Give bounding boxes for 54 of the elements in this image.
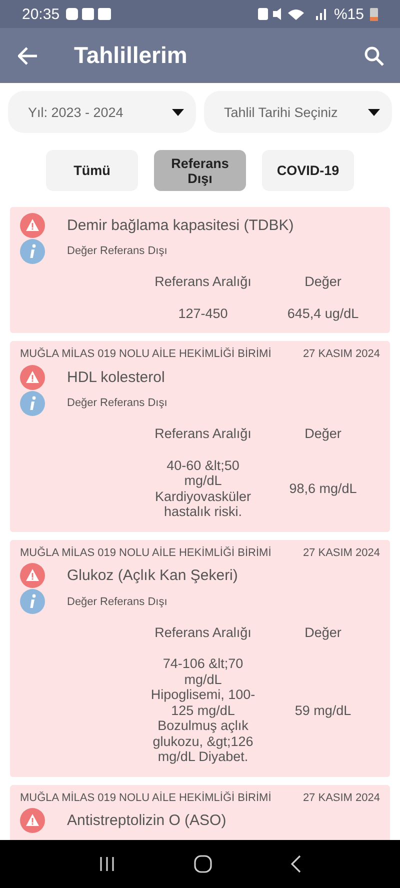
filter-tab[interactable]: COVID-19 [262, 150, 354, 191]
signal-icons [258, 7, 328, 21]
notification-icons [66, 7, 112, 21]
status-text: Değer Referans Dışı [67, 397, 168, 410]
status-time: 20:35 [22, 6, 60, 22]
result-card[interactable]: MUĞLA MİLAS 019 NOLU AİLE HEKİMLİĞİ BİRİMİ 27 KASIM 2024 Antistreptolizin O (ASO) [10, 784, 390, 840]
clinic-name: MUĞLA MİLAS 019 NOLU AİLE HEKİMLİĞİ BİRİMİ [20, 546, 272, 559]
column-label: Referans Aralığı [154, 426, 252, 442]
back-icon[interactable] [290, 855, 301, 873]
battery-icon [370, 7, 378, 21]
test-name: Demir bağlama kapasitesi (TDBK) [67, 216, 294, 234]
reference-range: 40-60 &lt;50 mg/dL Kardiyovasküler hastalık riski. [154, 458, 252, 520]
back-arrow-icon[interactable] [18, 46, 38, 64]
test-name: HDL kolesterol [67, 368, 165, 386]
home-icon[interactable] [194, 855, 212, 873]
status-text: Değer Referans Dışı [67, 596, 168, 608]
result-card[interactable] [10, 540, 390, 777]
warning-icon [20, 364, 45, 390]
recent-apps-icon[interactable] [99, 856, 116, 872]
battery-percent: %15 [334, 6, 364, 22]
warning-icon [20, 212, 45, 238]
caret-icon [368, 108, 380, 116]
reference-range: 127-450 [177, 306, 229, 322]
result-date: 27 KASIM 2024 [302, 792, 380, 804]
clinic-name: MUĞLA MİLAS 019 NOLU AİLE HEKİMLİĞİ BİRİMİ [20, 348, 272, 360]
test-name: Glukoz (Açlık Kan Şekeri) [67, 567, 238, 584]
info-icon [20, 238, 45, 264]
result-date: 27 KASIM 2024 [302, 546, 380, 559]
clinic-name: MUĞLA MİLAS 019 NOLU AİLE HEKİMLİĞİ BİRİMİ [20, 792, 272, 804]
info-icon [20, 589, 45, 614]
test-name: Antistreptolizin O (ASO) [67, 812, 226, 830]
filter-tab[interactable]: Referans Dışı [154, 150, 246, 191]
column-label: Değer [304, 426, 342, 442]
status-text: Değer Referans Dışı [67, 245, 168, 257]
result-date: 27 KASIM 2024 [302, 348, 380, 360]
result-card[interactable]: MUĞLA MİLAS 019 NOLU AİLE HEKİMLİĞİ BİRİMİ 27 KASIM 2024 HDL kolesterol Değer Referans Dışı Referans Aralığı Değer 40-60 &lt;50 mg/dL Kardiyovasküler hastalık riski. 98,6 mg/dL [10, 341, 390, 532]
dropdown[interactable]: Tahlil Tarihi Seçiniz [204, 91, 392, 133]
caret-icon [172, 108, 184, 116]
info-icon [20, 390, 45, 416]
filter-tab[interactable]: Tümü [46, 150, 138, 191]
warning-icon [20, 563, 45, 588]
result-card[interactable]: Demir bağlama kapasitesi (TDBK) Değer Referans Dışı Referans Aralığı Değer 127-450 645,4 ug/dL [10, 207, 390, 334]
reference-range: 74-106 &lt;70 mg/dL Hipoglisemi, 100-125 mg/dL Bozulmuş açlık glukozu, &gt;126 mg/dL Diyabet. [150, 656, 256, 765]
column-label: Referans Aralığı [154, 624, 252, 640]
result-value: 645,4 ug/dL [286, 306, 360, 322]
screen-title: Tahlillerim [74, 42, 188, 69]
search-icon[interactable] [364, 46, 384, 66]
dropdown[interactable]: Yıl: 2023 - 2024 [8, 91, 196, 133]
column-label: Referans Aralığı [154, 274, 252, 290]
result-value: 98,6 mg/dL [288, 480, 358, 496]
warning-icon [20, 808, 45, 834]
column-label: Değer [304, 624, 342, 640]
result-value: 59 mg/dL [294, 702, 352, 718]
column-label: Değer [304, 274, 342, 290]
